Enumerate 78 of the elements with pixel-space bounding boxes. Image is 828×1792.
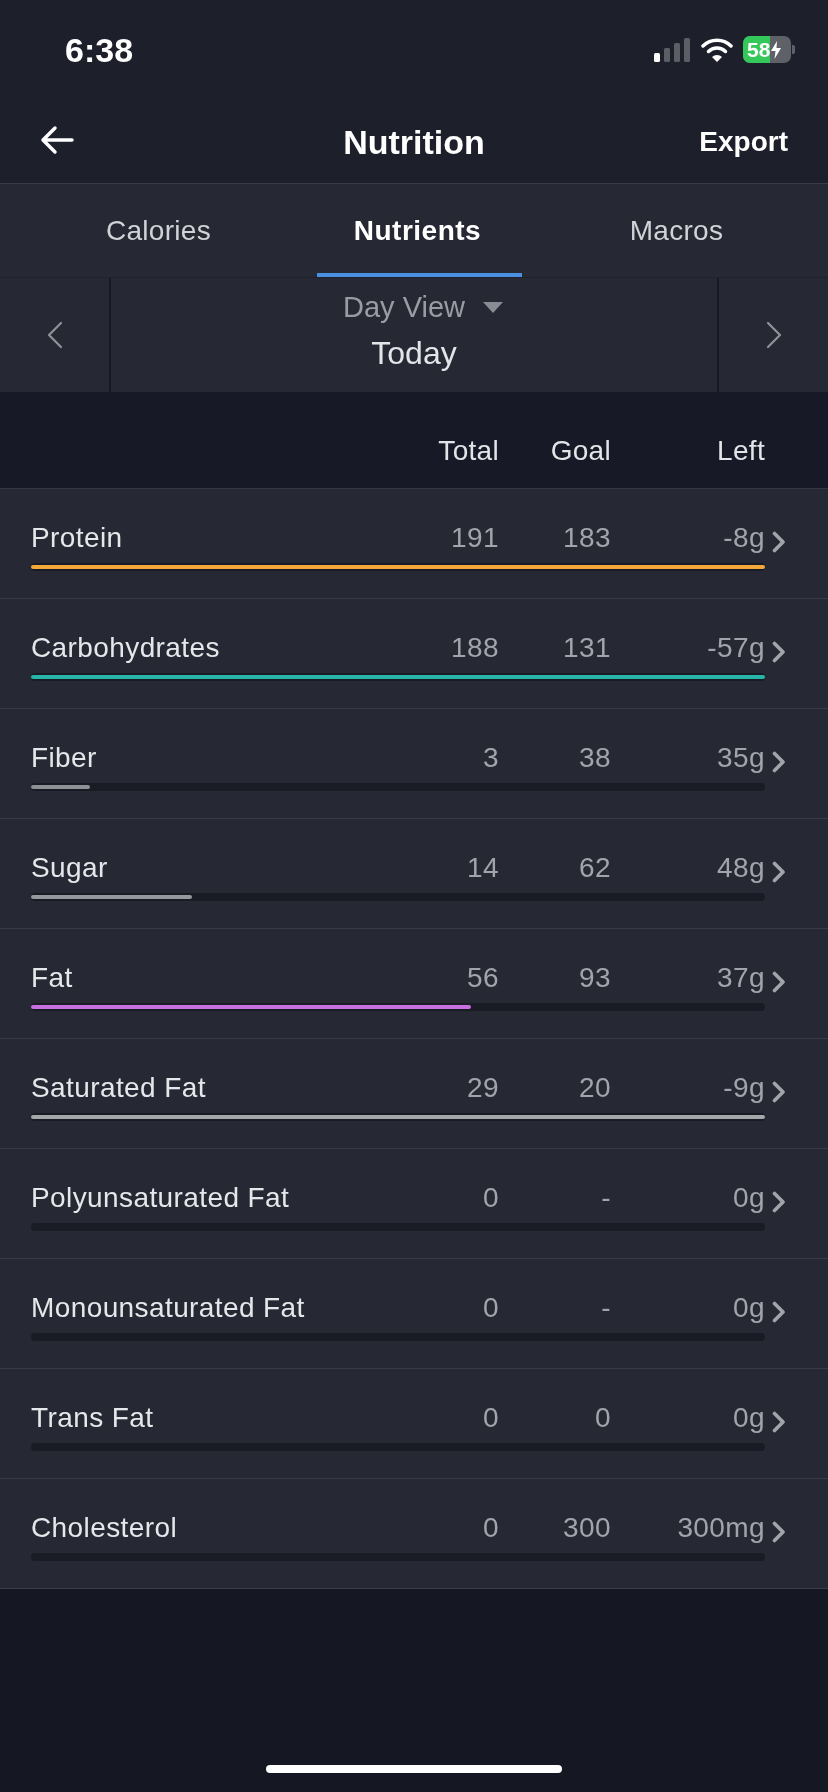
export-button[interactable]: Export bbox=[699, 124, 788, 160]
status-time: 6:38 bbox=[65, 30, 134, 70]
chevron-left-icon bbox=[46, 321, 63, 349]
table-cell: 0g bbox=[733, 1181, 765, 1215]
table-cell: 300 bbox=[563, 1511, 611, 1545]
view-dropdown[interactable]: Day View bbox=[343, 290, 503, 324]
table-cell: 300mg bbox=[677, 1511, 765, 1545]
table-cell: 35g bbox=[717, 741, 765, 775]
chevron-right-icon bbox=[772, 1301, 786, 1323]
table-cell: 0 bbox=[483, 1291, 499, 1325]
nutrient-name: Fat bbox=[31, 962, 73, 993]
nutrient-name: Cholesterol bbox=[31, 1512, 178, 1543]
table-cell: 62 bbox=[579, 851, 611, 885]
column-header: Left bbox=[717, 435, 765, 467]
table-cell: 183 bbox=[563, 521, 611, 555]
nutrient-row[interactable]: Carbohydrates 188 131 -57g bbox=[0, 599, 828, 709]
table-cell: 0 bbox=[483, 1511, 499, 1545]
table-cell: 48g bbox=[717, 851, 765, 885]
nutrient-row[interactable]: Fiber 3 38 35g bbox=[0, 709, 828, 819]
table-cell: -57g bbox=[707, 631, 765, 665]
chevron-right-icon bbox=[772, 641, 786, 663]
wifi-icon bbox=[701, 38, 733, 62]
nutrient-name: Protein bbox=[31, 522, 123, 553]
table-cell: - bbox=[601, 1291, 611, 1325]
table-cell: 0 bbox=[483, 1401, 499, 1435]
table-cell: 0 bbox=[483, 1181, 499, 1215]
table-cell: 0 bbox=[595, 1401, 611, 1435]
column-header: Total bbox=[438, 435, 499, 467]
table-cell: 188 bbox=[451, 631, 499, 665]
table-cell: -9g bbox=[723, 1071, 765, 1105]
chevron-right-icon bbox=[772, 1521, 786, 1543]
table-cell: 191 bbox=[451, 521, 499, 555]
tab[interactable]: Calories bbox=[29, 184, 288, 277]
table-cell: 131 bbox=[563, 631, 611, 665]
table-cell: 93 bbox=[579, 961, 611, 995]
chevron-right-icon bbox=[772, 1191, 786, 1213]
nutrient-row[interactable]: Monounsaturated Fat 0 - 0g bbox=[0, 1259, 828, 1369]
nutrient-name: Fiber bbox=[31, 742, 97, 773]
nutrient-row[interactable]: Cholesterol 0 300 300mg bbox=[0, 1479, 828, 1589]
back-arrow-icon bbox=[40, 125, 74, 155]
signal-icon bbox=[654, 38, 690, 62]
chevron-right-icon bbox=[772, 1081, 786, 1103]
nutrient-row[interactable]: Saturated Fat 29 20 -9g bbox=[0, 1039, 828, 1149]
nutrient-name: Polyunsaturated Fat bbox=[31, 1182, 290, 1213]
nutrient-name: Carbohydrates bbox=[31, 632, 220, 663]
nutrient-row[interactable]: Polyunsaturated Fat 0 - 0g bbox=[0, 1149, 828, 1259]
table-cell: 38 bbox=[579, 741, 611, 775]
caret-down-icon bbox=[483, 301, 503, 313]
column-header: Goal bbox=[550, 435, 611, 467]
table-cell: 0g bbox=[733, 1401, 765, 1435]
table-cell: 20 bbox=[579, 1071, 611, 1105]
nutrient-row[interactable]: Protein 191 183 -8g bbox=[0, 489, 828, 599]
nutrient-name: Saturated Fat bbox=[31, 1072, 206, 1103]
tab[interactable]: Nutrients bbox=[288, 184, 547, 277]
nutrient-name: Sugar bbox=[31, 852, 108, 883]
table-cell: 56 bbox=[467, 961, 499, 995]
table-cell: 29 bbox=[467, 1071, 499, 1105]
nutrient-name: Trans Fat bbox=[31, 1402, 154, 1433]
table-cell: 0g bbox=[733, 1291, 765, 1325]
chevron-right-icon bbox=[772, 1411, 786, 1433]
battery-percent: 58 bbox=[747, 37, 771, 62]
chevron-right-icon bbox=[765, 321, 782, 349]
nutrient-row[interactable]: Trans Fat 0 0 0g bbox=[0, 1369, 828, 1479]
table-cell: 14 bbox=[467, 851, 499, 885]
page-title: Nutrition bbox=[343, 121, 485, 162]
chevron-right-icon bbox=[772, 751, 786, 773]
nutrient-row[interactable]: Fat 56 93 37g bbox=[0, 929, 828, 1039]
tab[interactable]: Macros bbox=[547, 184, 806, 277]
date-label: Today bbox=[371, 334, 457, 372]
nutrient-row[interactable]: Sugar 14 62 48g bbox=[0, 819, 828, 929]
table-cell: - bbox=[601, 1181, 611, 1215]
table-cell: 37g bbox=[717, 961, 765, 995]
chevron-right-icon bbox=[772, 531, 786, 553]
table-cell: 3 bbox=[483, 741, 499, 775]
nutrient-name: Monounsaturated Fat bbox=[31, 1292, 305, 1323]
table-cell: -8g bbox=[723, 521, 765, 555]
chevron-right-icon bbox=[772, 861, 786, 883]
chevron-right-icon bbox=[772, 971, 786, 993]
